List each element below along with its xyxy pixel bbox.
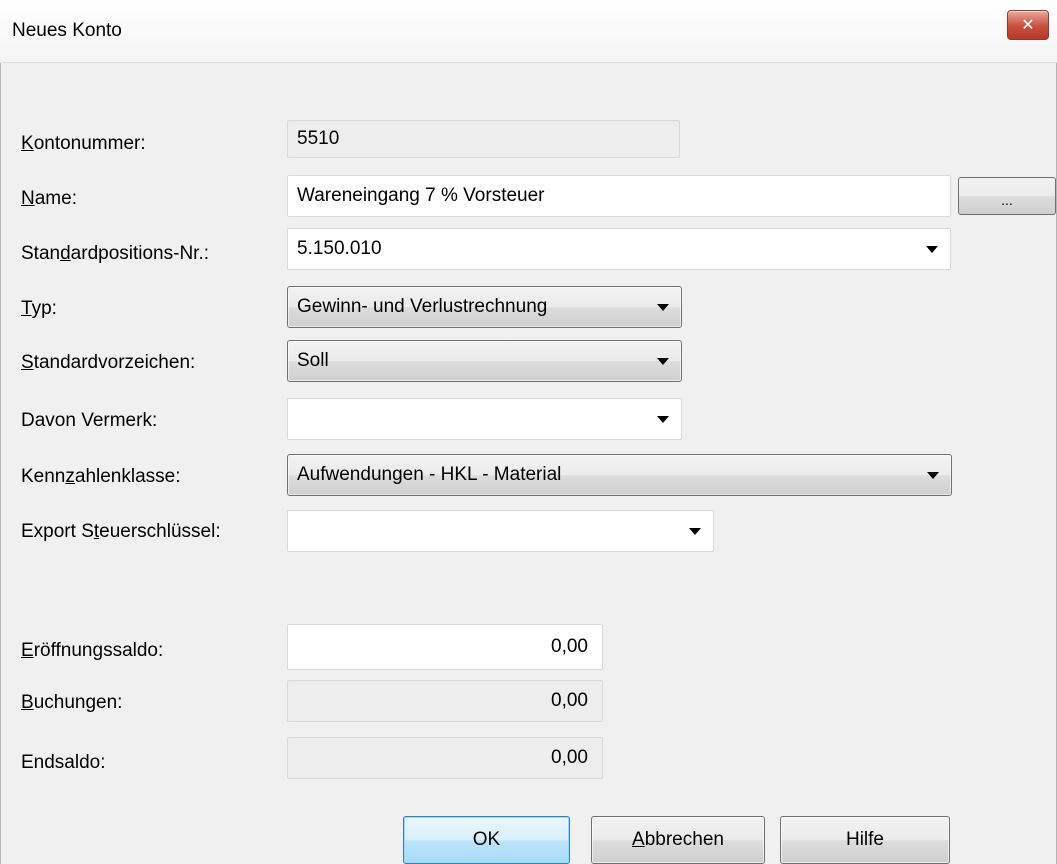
endsaldo-field: 0,00: [287, 737, 603, 779]
endsaldo-label: Endsaldo:: [21, 752, 106, 773]
name-input[interactable]: Wareneingang 7 % Vorsteuer: [287, 175, 951, 217]
window-left-border: [0, 62, 1, 864]
chevron-down-icon: [657, 357, 669, 365]
title-bar: Neues Konto ✕: [0, 0, 1057, 63]
chevron-down-icon[interactable]: [689, 527, 701, 535]
chevron-down-icon: [657, 303, 669, 311]
standardposition-combo[interactable]: 5.150.010: [287, 228, 951, 270]
close-icon: ✕: [1021, 17, 1035, 34]
eroeffnungssaldo-label: Eröffnungssaldo:: [21, 640, 164, 661]
hilfe-button[interactable]: Hilfe: [780, 816, 950, 864]
ok-button[interactable]: OK: [403, 816, 570, 864]
chevron-down-icon: [927, 471, 939, 479]
kontonummer-label: Kontonummer:: [21, 133, 146, 154]
davon-vermerk-label: Davon Vermerk:: [21, 410, 158, 431]
kennzahlenklasse-dropdown[interactable]: Aufwendungen - HKL - Material: [287, 454, 952, 496]
typ-dropdown[interactable]: Gewinn- und Verlustrechnung: [287, 286, 682, 328]
name-label: Name:: [21, 188, 77, 209]
window-title: Neues Konto: [12, 20, 122, 41]
buchungen-field: 0,00: [287, 680, 603, 722]
davon-vermerk-combo[interactable]: [287, 398, 682, 440]
export-steuerschluessel-combo[interactable]: [287, 510, 714, 552]
standardvorzeichen-dropdown[interactable]: Soll: [287, 340, 682, 382]
name-browse-button[interactable]: ...: [958, 177, 1056, 215]
kontonummer-field: 5510: [287, 120, 680, 158]
export-steuerschluessel-label: Export Steuerschlüssel:: [21, 521, 221, 542]
buchungen-label: Buchungen:: [21, 692, 123, 713]
abbrechen-button[interactable]: Abbrechen: [591, 816, 765, 864]
kennzahlenklasse-label: Kennzahlenklasse:: [21, 466, 181, 487]
chevron-down-icon[interactable]: [657, 415, 669, 423]
standardposition-label: Standardpositions-Nr.:: [21, 243, 210, 264]
chevron-down-icon[interactable]: [926, 245, 938, 253]
close-button[interactable]: ✕: [1007, 10, 1049, 40]
typ-label: Typ:: [21, 298, 57, 319]
standardvorzeichen-label: Standardvorzeichen:: [21, 352, 196, 373]
eroeffnungssaldo-input[interactable]: 0,00: [287, 624, 603, 670]
